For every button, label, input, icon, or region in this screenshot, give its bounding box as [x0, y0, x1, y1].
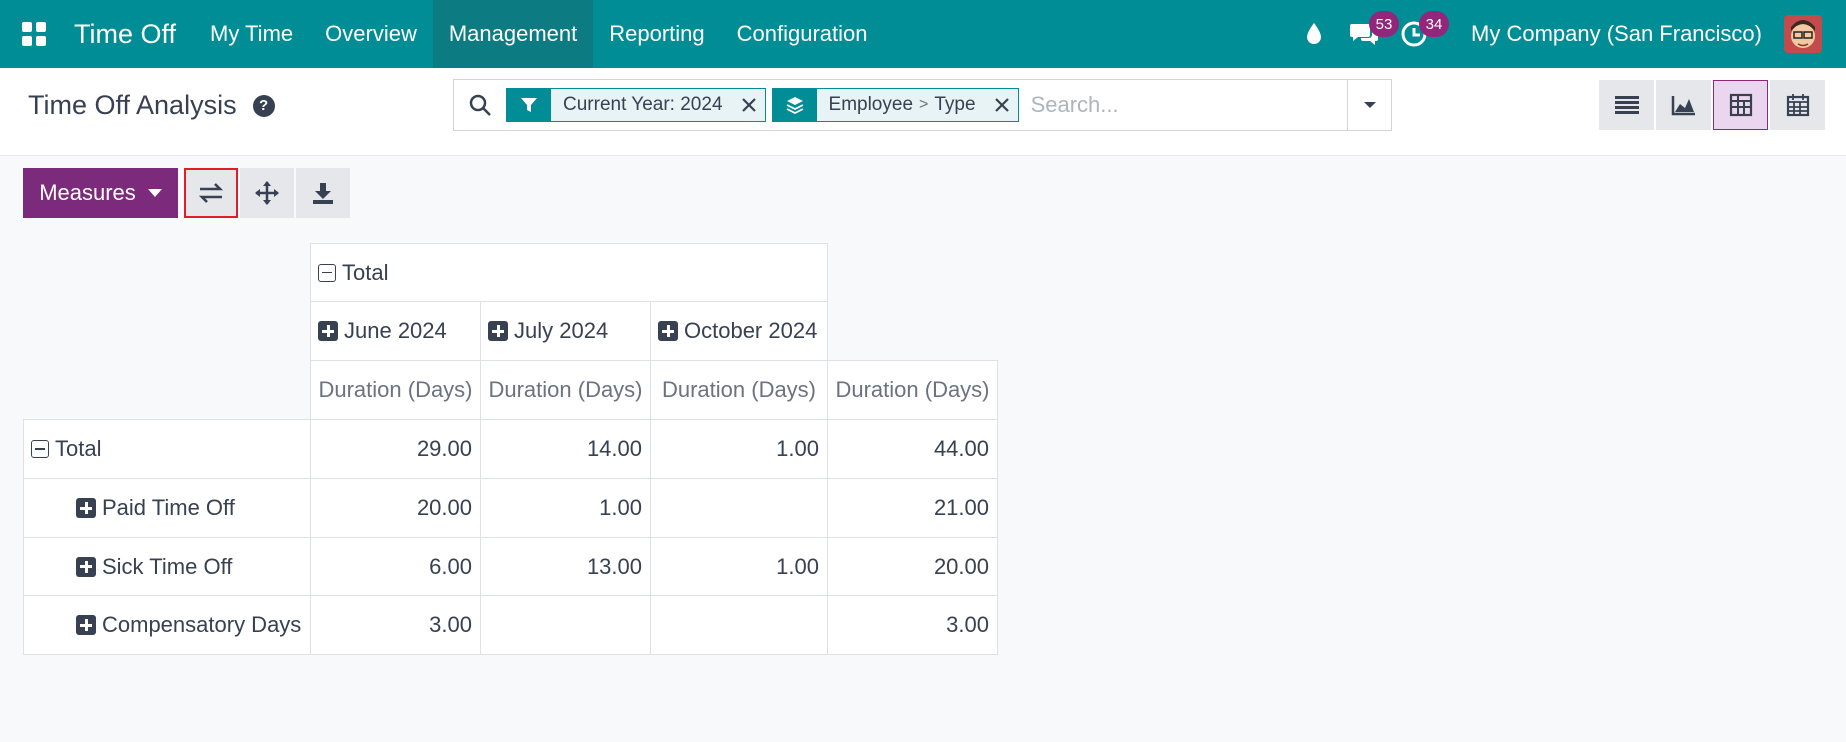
menu-my-time[interactable]: My Time — [194, 0, 309, 68]
row-header-label: Paid Time Off — [102, 495, 235, 520]
col-header-june[interactable]: June 2024 — [310, 301, 481, 361]
measure-header[interactable]: Duration (Days) — [650, 360, 828, 420]
filter-facet: Current Year: 2024 — [506, 88, 766, 122]
menu-reporting[interactable]: Reporting — [593, 0, 720, 68]
col-header-july[interactable]: July 2024 — [480, 301, 651, 361]
row-header-total[interactable]: Total — [23, 419, 311, 479]
remove-filter-close-icon[interactable] — [733, 89, 765, 121]
col-header-october[interactable]: October 2024 — [650, 301, 828, 361]
filter-icon — [507, 89, 551, 121]
col-header-total-label: Total — [342, 259, 389, 285]
droplet-icon[interactable] — [1289, 0, 1339, 68]
pivot-cell[interactable]: 13.00 — [480, 537, 651, 596]
groupby-facet: Employee > Type — [771, 88, 1019, 122]
col-header-october-label: October 2024 — [684, 318, 818, 343]
pivot-cell[interactable] — [650, 478, 828, 538]
collapse-minus-icon — [31, 440, 49, 458]
flip-axis-button[interactable] — [184, 168, 238, 218]
groupby-type: Type — [934, 94, 976, 115]
list-view-icon[interactable] — [1599, 80, 1654, 130]
search-options-caret-icon[interactable] — [1347, 80, 1391, 130]
expand-plus-icon — [658, 321, 678, 341]
pivot-cell-total[interactable]: 3.00 — [827, 595, 998, 655]
activity-clock-icon[interactable]: 34 — [1389, 0, 1450, 68]
download-button[interactable] — [296, 168, 350, 218]
pivot-cell[interactable]: 1.00 — [650, 537, 828, 596]
user-avatar[interactable] — [1784, 15, 1822, 53]
groupby-facet-label: Employee > Type — [817, 94, 986, 116]
col-header-total[interactable]: Total — [310, 243, 828, 302]
filter-facet-label: Current Year: 2024 — [563, 94, 723, 115]
page-title: Time Off Analysis ? — [28, 90, 275, 121]
expand-plus-icon — [76, 556, 96, 577]
search-bar: Current Year: 2024 Employee > Type — [453, 79, 1392, 131]
page-title-text: Time Off Analysis — [28, 90, 237, 120]
collapse-minus-icon — [318, 263, 336, 282]
expand-plus-icon — [488, 321, 508, 341]
measure-header[interactable]: Duration (Days) — [310, 360, 481, 420]
view-switcher — [1599, 80, 1827, 130]
expand-plus-icon — [318, 321, 338, 341]
flip-axis-icon — [198, 183, 224, 203]
app-title[interactable]: Time Off — [74, 19, 176, 50]
pivot-cell-total[interactable]: 20.00 — [827, 537, 998, 596]
measures-label: Measures — [39, 180, 136, 205]
caret-down-icon — [147, 189, 162, 197]
groupby-separator: > — [919, 96, 929, 113]
pivot-cell[interactable] — [650, 595, 828, 655]
col-header-july-label: July 2024 — [514, 318, 609, 343]
pivot-cell[interactable]: 14.00 — [480, 419, 651, 479]
graph-view-icon[interactable] — [1656, 80, 1711, 130]
pivot-cell-total[interactable]: 44.00 — [827, 419, 998, 479]
pivot-cell[interactable]: 1.00 — [480, 478, 651, 538]
menu-overview[interactable]: Overview — [309, 0, 433, 68]
pivot-cell[interactable]: 3.00 — [310, 595, 481, 655]
expand-plus-icon — [76, 615, 96, 635]
pivot-cell[interactable]: 6.00 — [310, 537, 481, 596]
pivot-cell[interactable] — [480, 595, 651, 655]
row-header-label: Compensatory Days — [102, 612, 302, 637]
messages-icon[interactable]: 53 — [1339, 0, 1400, 68]
activities-count-badge: 34 — [1419, 11, 1450, 37]
control-panel: Time Off Analysis ? Current Year: 2024 E… — [0, 68, 1846, 156]
search-icon[interactable] — [454, 80, 506, 130]
row-header-sick-time-off[interactable]: Sick Time Off — [23, 537, 311, 596]
menu-management[interactable]: Management — [432, 0, 594, 68]
expand-plus-icon — [76, 498, 96, 518]
apps-menu-icon[interactable] — [0, 0, 68, 68]
remove-groupby-close-icon[interactable] — [986, 89, 1018, 121]
pivot-view-icon[interactable] — [1713, 80, 1768, 130]
pivot-cell-total[interactable]: 21.00 — [827, 478, 998, 538]
measure-header[interactable]: Duration (Days) — [827, 360, 998, 420]
layers-icon — [772, 89, 817, 121]
download-icon — [313, 183, 333, 204]
pivot-cell[interactable]: 20.00 — [310, 478, 481, 538]
pivot-cell[interactable]: 1.00 — [650, 419, 828, 479]
search-input[interactable] — [1024, 81, 1347, 129]
measure-header[interactable]: Duration (Days) — [480, 360, 651, 420]
row-header-compensatory-days[interactable]: Compensatory Days — [23, 595, 311, 655]
groupby-employee: Employee — [828, 94, 914, 115]
measures-dropdown-button[interactable]: Measures — [23, 168, 178, 218]
expand-all-button[interactable] — [240, 168, 294, 218]
expand-arrows-icon — [255, 181, 279, 205]
row-header-label: Sick Time Off — [102, 553, 233, 579]
company-switcher[interactable]: My Company (San Francisco) — [1471, 21, 1762, 47]
row-header-total-label: Total — [55, 436, 102, 461]
top-navbar: Time Off My Time Overview Management Rep… — [0, 0, 1846, 68]
calendar-view-icon[interactable] — [1770, 80, 1825, 130]
pivot-cell[interactable]: 29.00 — [310, 419, 481, 479]
row-header-paid-time-off[interactable]: Paid Time Off — [23, 478, 311, 538]
menu-configuration[interactable]: Configuration — [721, 0, 884, 68]
help-icon[interactable]: ? — [252, 94, 275, 117]
col-header-june-label: June 2024 — [344, 318, 447, 343]
